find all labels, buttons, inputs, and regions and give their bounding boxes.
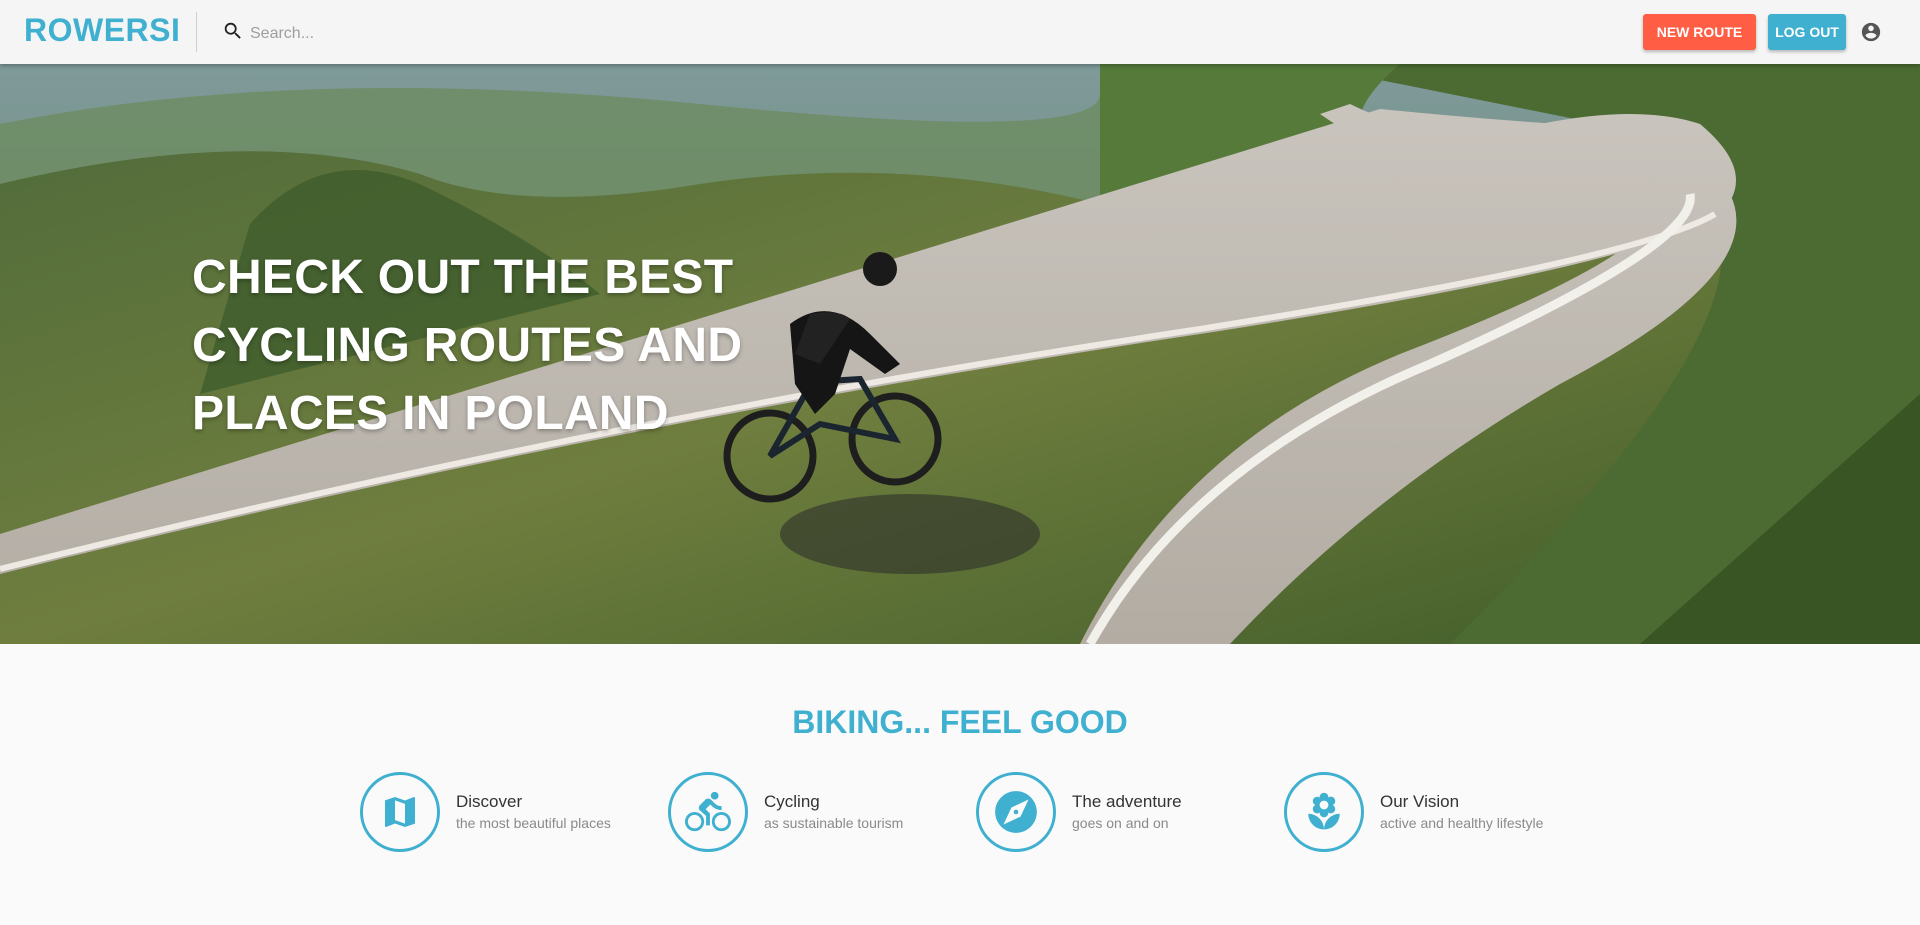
flower-icon (1308, 792, 1340, 830)
hero-title: CHECK OUT THE BEST CYCLING ROUTES AND PL… (192, 251, 743, 440)
feature-title: The adventure (1072, 792, 1182, 811)
feature-subtitle: as sustainable tourism (764, 815, 904, 831)
feature-icon-circle (1284, 772, 1364, 852)
bike-icon (685, 791, 731, 832)
feature-cycling: Cycling as sustainable tourism (668, 772, 968, 852)
feature-icon-circle (976, 772, 1056, 852)
search-icon[interactable] (222, 20, 244, 42)
feature-title: Discover (456, 792, 523, 811)
feature-subtitle: goes on and on (1072, 815, 1169, 831)
feature-icon-circle (668, 772, 748, 852)
compass-icon (995, 791, 1037, 833)
logout-button[interactable]: LOG OUT (1768, 14, 1846, 50)
account-circle-icon[interactable] (1860, 21, 1882, 43)
feature-vision: Our Vision active and healthy lifestyle (1284, 772, 1584, 852)
feature-adventure: The adventure goes on and on (976, 772, 1276, 852)
features-title: BIKING... FEEL GOOD (792, 704, 1128, 740)
new-route-button[interactable]: NEW ROUTE (1643, 14, 1756, 50)
brand-logo[interactable]: ROWERSI (24, 12, 180, 49)
feature-discover: Discover the most beautiful places (360, 772, 660, 852)
feature-subtitle: active and healthy lifestyle (1380, 815, 1544, 831)
feature-title: Our Vision (1380, 792, 1460, 811)
map-icon (385, 797, 415, 827)
feature-icon-circle (360, 772, 440, 852)
search-input[interactable] (250, 20, 550, 48)
header-divider (196, 12, 197, 52)
feature-title: Cycling (764, 792, 820, 811)
hero-banner: CHECK OUT THE BEST CYCLING ROUTES AND PL… (0, 64, 1920, 644)
feature-subtitle: the most beautiful places (456, 815, 611, 831)
top-app-bar: ROWERSI NEW ROUTE LOG OUT (0, 0, 1920, 64)
